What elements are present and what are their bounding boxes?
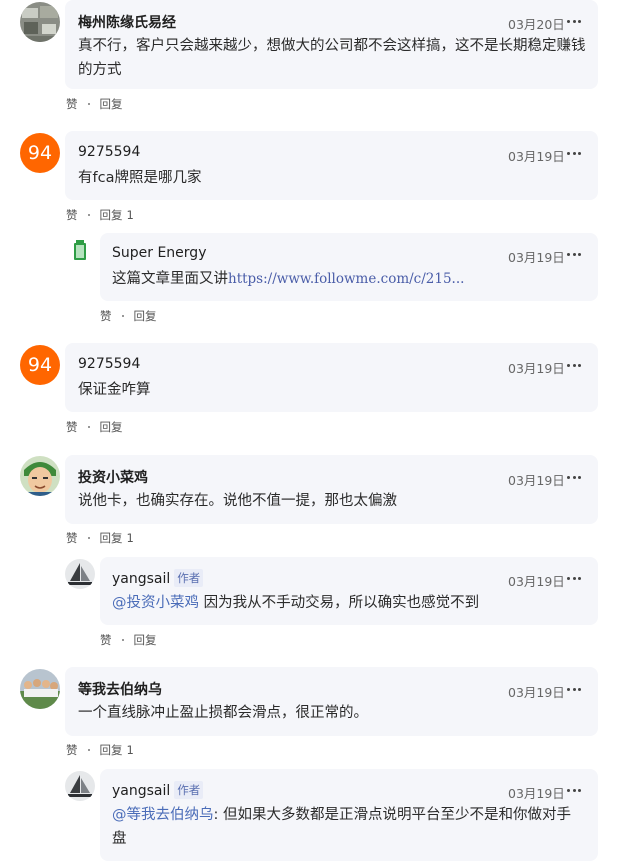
reply-author[interactable]: yangsail 作者 bbox=[112, 569, 204, 587]
comment-author[interactable]: 9275594 bbox=[78, 356, 140, 372]
reply-avatar[interactable] bbox=[65, 235, 95, 265]
reply-button[interactable]: 回复 1 bbox=[100, 207, 134, 223]
comment-actions: 赞 回复 bbox=[66, 419, 123, 435]
separator-dot bbox=[87, 537, 90, 539]
like-button[interactable]: 赞 bbox=[100, 632, 112, 648]
comment-actions: 赞 回复 1 bbox=[66, 207, 134, 223]
anime-avatar-icon bbox=[20, 456, 60, 496]
like-button[interactable]: 赞 bbox=[66, 742, 78, 758]
reply-actions: 赞 回复 bbox=[100, 308, 157, 324]
reply-button[interactable]: 回复 bbox=[100, 419, 123, 435]
comment-actions: 赞 回复 1 bbox=[66, 742, 134, 758]
comment-date: 03月19日 bbox=[508, 473, 565, 488]
more-options-icon[interactable] bbox=[567, 789, 581, 793]
photo-avatar-icon bbox=[20, 2, 60, 42]
separator-dot bbox=[87, 214, 90, 216]
more-options-icon[interactable] bbox=[567, 577, 581, 581]
reply-button[interactable]: 回复 bbox=[134, 308, 157, 324]
like-button[interactable]: 赞 bbox=[66, 207, 78, 223]
like-button[interactable]: 赞 bbox=[66, 419, 78, 435]
user-avatar[interactable] bbox=[20, 669, 60, 709]
reply-count: 1 bbox=[126, 208, 134, 222]
reply-author[interactable]: Super Energy bbox=[112, 245, 206, 261]
comment-date: 03月19日 bbox=[508, 685, 565, 700]
reply-button[interactable]: 回复 bbox=[134, 632, 157, 648]
comment-date: 03月20日 bbox=[508, 17, 565, 32]
team-photo-avatar-icon bbox=[20, 669, 60, 709]
reply-button[interactable]: 回复 1 bbox=[100, 530, 134, 546]
user-avatar[interactable] bbox=[20, 2, 60, 42]
reply-button[interactable]: 回复 1 bbox=[100, 742, 134, 758]
comment-text: 有fca牌照是哪几家 bbox=[78, 170, 202, 186]
user-mention[interactable]: @等我去伯纳乌 bbox=[112, 807, 214, 823]
separator-dot bbox=[121, 315, 124, 317]
separator-dot bbox=[87, 749, 90, 751]
article-link[interactable]: https://www.followme.com/c/215... bbox=[228, 271, 464, 287]
separator-dot bbox=[121, 639, 124, 641]
sailboat-avatar-icon bbox=[65, 771, 95, 801]
comment-author[interactable]: 梅州陈缘氏易经 bbox=[78, 12, 176, 32]
more-options-icon[interactable] bbox=[567, 688, 581, 692]
reply-button[interactable]: 回复 bbox=[100, 96, 123, 112]
comment-author[interactable]: 9275594 bbox=[78, 144, 140, 160]
reply-avatar[interactable] bbox=[65, 771, 95, 801]
user-avatar[interactable] bbox=[20, 456, 60, 496]
comment-text: 说他卡，也确实存在。说他不值一提，那也太偏激 bbox=[78, 493, 397, 509]
separator-dot bbox=[87, 103, 90, 105]
like-button[interactable]: 赞 bbox=[66, 96, 78, 112]
more-options-icon[interactable] bbox=[567, 476, 581, 480]
battery-icon bbox=[74, 240, 86, 260]
reply-count: 1 bbox=[126, 743, 134, 757]
reply-date: 03月19日 bbox=[508, 250, 565, 265]
more-options-icon[interactable] bbox=[567, 253, 581, 257]
more-options-icon[interactable] bbox=[567, 364, 581, 368]
comment-text: 保证金咋算 bbox=[78, 382, 151, 398]
user-mention[interactable]: @投资小菜鸡 bbox=[112, 595, 199, 611]
sailboat-avatar-icon bbox=[65, 559, 95, 589]
comment-actions: 赞 回复 bbox=[66, 96, 123, 112]
comment-text: 一个直线脉冲止盈止损都会滑点，很正常的。 bbox=[78, 705, 368, 721]
comment-author[interactable]: 等我去伯纳乌 bbox=[78, 679, 162, 699]
avatar-text: 94 bbox=[27, 354, 53, 376]
more-options-icon[interactable] bbox=[567, 152, 581, 156]
reply-date: 03月19日 bbox=[508, 574, 565, 589]
comment-text: 真不行，客户只会越来越少，想做大的公司都不会这样搞，这不是长期稳定赚钱的方式 bbox=[78, 38, 586, 78]
user-avatar[interactable]: 94 bbox=[20, 133, 60, 173]
reply-text: 这篇文章里面又讲https://www.followme.com/c/215..… bbox=[112, 271, 465, 287]
comment-date: 03月19日 bbox=[508, 149, 565, 164]
separator-dot bbox=[87, 426, 90, 428]
comment-actions: 赞 回复 1 bbox=[66, 530, 134, 546]
reply-avatar[interactable] bbox=[65, 559, 95, 589]
like-button[interactable]: 赞 bbox=[100, 308, 112, 324]
author-badge: 作者 bbox=[174, 781, 204, 799]
more-options-icon[interactable] bbox=[567, 20, 581, 24]
reply-text: @等我去伯纳乌: 但如果大多数都是正滑点说明平台至少不是和你做对手 盘 bbox=[112, 807, 571, 847]
reply-date: 03月19日 bbox=[508, 786, 565, 801]
author-badge: 作者 bbox=[174, 569, 204, 587]
reply-text: @投资小菜鸡 因为我从不手动交易，所以确实也感觉不到 bbox=[112, 595, 480, 611]
reply-count: 1 bbox=[126, 531, 134, 545]
comment-author[interactable]: 投资小菜鸡 bbox=[78, 467, 148, 487]
user-avatar[interactable]: 94 bbox=[20, 345, 60, 385]
avatar-text: 94 bbox=[27, 142, 53, 164]
comment-date: 03月19日 bbox=[508, 361, 565, 376]
reply-author[interactable]: yangsail 作者 bbox=[112, 781, 204, 799]
like-button[interactable]: 赞 bbox=[66, 530, 78, 546]
reply-actions: 赞 回复 bbox=[100, 632, 157, 648]
